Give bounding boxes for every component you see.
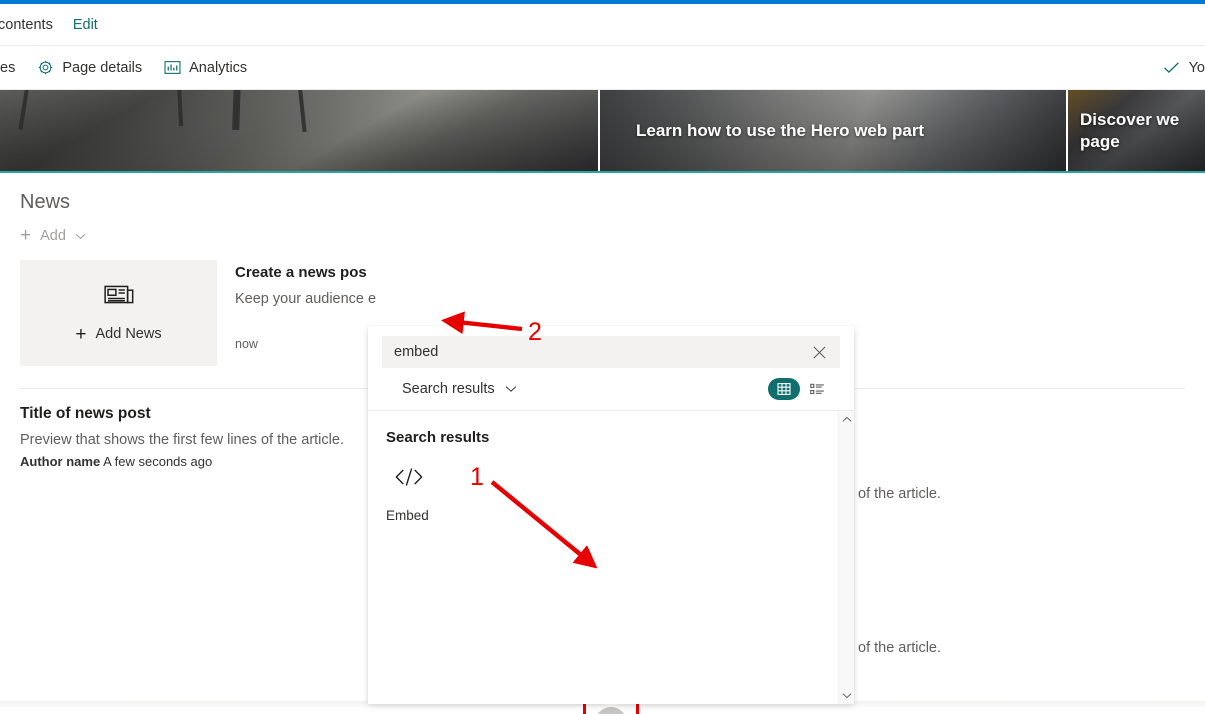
news-item-1-preview: Keep your audience e — [235, 291, 1185, 307]
results-filter-label: Search results — [402, 381, 495, 397]
save-status: Yo — [1163, 60, 1205, 76]
command-page-details[interactable]: Page details — [26, 46, 153, 90]
gear-icon — [37, 59, 54, 76]
add-news-tile[interactable]: + Add News — [20, 260, 217, 366]
tab-edit[interactable]: Edit — [63, 4, 108, 46]
chevron-down-icon[interactable] — [839, 687, 854, 704]
news-heading: News — [20, 173, 1185, 214]
results-heading: Search results — [368, 411, 854, 446]
add-news-button[interactable]: + Add News — [75, 325, 161, 344]
annotation-number-2: 2 — [528, 318, 542, 347]
webpart-filter-row: Search results — [382, 368, 840, 410]
hero-tile-learn[interactable]: Learn how to use the Hero web part — [598, 90, 1066, 171]
webpart-results-area: Search results Embed — [368, 411, 854, 704]
news-item-1-title: Create a news pos — [235, 264, 1185, 281]
news-item-2-author: Author name — [20, 454, 100, 469]
analytics-chart-icon — [164, 60, 181, 75]
news-add-button[interactable]: + Add — [20, 226, 86, 245]
newspaper-icon — [104, 283, 134, 311]
webpart-picker-panel: Search results — [368, 326, 854, 703]
webpart-picker-header: Search results — [368, 326, 854, 410]
hero-tile-learn-title: Learn how to use the Hero web part — [600, 120, 960, 142]
news-item-2-preview-tail: of the article. — [858, 640, 941, 656]
results-filter-dropdown[interactable]: Search results — [402, 381, 517, 397]
hero-tile-discover[interactable]: Discover we page — [1066, 90, 1205, 171]
chevron-down-icon — [75, 228, 86, 244]
hero-web-part: Learn how to use the Hero web part Disco… — [0, 90, 1205, 173]
tab-contents[interactable]: contents — [0, 4, 63, 46]
annotation-number-1: 1 — [470, 463, 484, 492]
tab-contents-label: contents — [0, 17, 53, 33]
plus-icon: + — [20, 226, 31, 245]
command-analytics[interactable]: Analytics — [153, 46, 258, 90]
command-bar: es Page details Analytics Yo — [0, 46, 1205, 90]
code-icon — [386, 460, 432, 494]
command-page-details-label: Page details — [62, 60, 142, 76]
search-input[interactable] — [394, 344, 806, 360]
list-view-toggle[interactable] — [802, 378, 832, 400]
page-canvas: News + Add — [0, 173, 1205, 714]
save-status-label: Yo — [1189, 60, 1205, 76]
tab-strip: contents Edit — [0, 4, 1205, 46]
news-add-label: Add — [40, 228, 66, 244]
plus-icon: + — [75, 325, 86, 344]
close-icon[interactable] — [806, 339, 832, 365]
command-analytics-label: Analytics — [189, 60, 247, 76]
hero-tile-discover-title: Discover we page — [1068, 109, 1179, 153]
chevron-down-icon — [505, 381, 517, 397]
command-truncated[interactable]: es — [0, 46, 26, 90]
results-scrollbar[interactable] — [838, 411, 854, 704]
news-item-1-preview-tail: of the article. — [858, 486, 941, 502]
embed-web-part-label: Embed — [386, 508, 429, 523]
grid-view-toggle[interactable] — [768, 378, 800, 400]
chevron-up-icon[interactable] — [839, 411, 854, 428]
news-item-2-time: A few seconds ago — [103, 454, 212, 469]
command-truncated-label: es — [0, 60, 15, 76]
tab-edit-label: Edit — [73, 17, 98, 33]
hero-tile-image[interactable] — [0, 90, 598, 171]
view-toggle-group — [768, 378, 832, 400]
webpart-search-box[interactable] — [382, 336, 840, 368]
checkmark-icon — [1163, 61, 1180, 74]
add-news-label: Add News — [96, 326, 162, 342]
